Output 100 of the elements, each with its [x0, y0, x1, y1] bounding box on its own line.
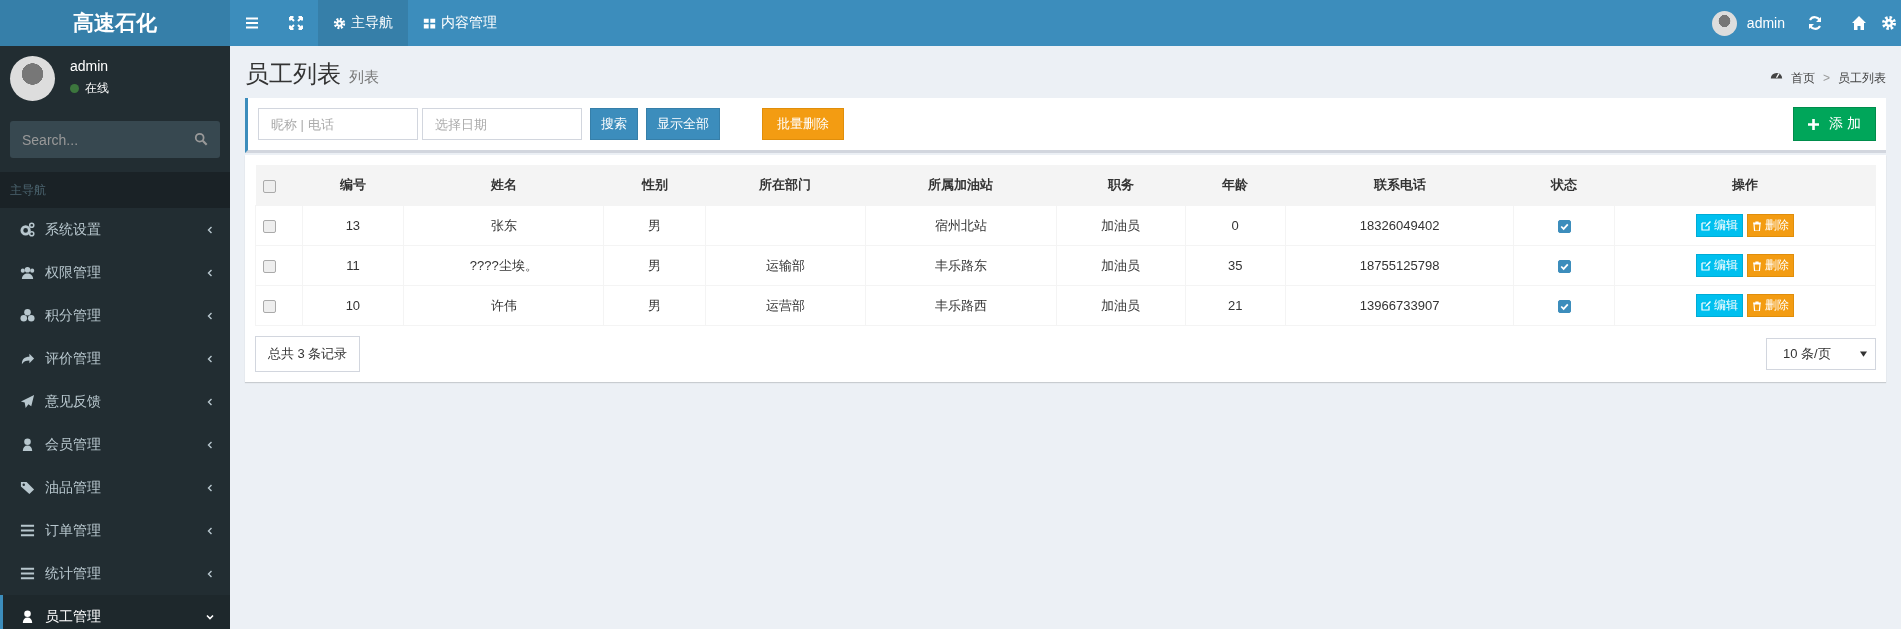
table-cell: 10 [302, 285, 404, 326]
refresh-icon [1807, 15, 1823, 31]
table-cell: 男 [603, 245, 706, 286]
expand-arrows-icon [288, 15, 304, 31]
column-header: 姓名 [403, 165, 604, 206]
search-icon [194, 132, 208, 146]
chevron-left-icon [205, 482, 215, 493]
user-icon [20, 437, 35, 452]
user-name: admin [70, 58, 109, 74]
edit-icon [1700, 220, 1711, 231]
filter-button[interactable]: 显示全部 [646, 108, 720, 140]
table-cell: 张东 [403, 205, 604, 246]
sidebar-item[interactable]: 订单管理 [0, 509, 230, 552]
column-header: 年龄 [1185, 165, 1286, 206]
column-header: 联系电话 [1285, 165, 1514, 206]
list-icon [20, 566, 35, 581]
table-cell: ????尘埃。 [403, 245, 604, 286]
gear-icon [333, 16, 346, 30]
table-cell: 许伟 [403, 285, 604, 326]
table-cell: 运输部 [705, 245, 866, 286]
user-status: 在线 [85, 80, 109, 97]
table-cell: 男 [603, 285, 706, 326]
column-header: 状态 [1513, 165, 1615, 206]
avatar [1711, 10, 1737, 36]
app-logo: 高速石化 [0, 0, 230, 46]
table-cell: 丰乐路东 [865, 245, 1057, 286]
filter-button[interactable]: 搜索 [590, 108, 638, 140]
status-checkbox[interactable] [1557, 260, 1571, 274]
chevron-left-icon [205, 439, 215, 450]
table-cell: 加油员 [1056, 205, 1186, 246]
breadcrumb-link[interactable]: 首页 [1791, 70, 1815, 87]
sidebar-item[interactable]: 积分管理 [0, 294, 230, 337]
table-cell: 0 [1185, 205, 1286, 246]
checkbox[interactable] [263, 260, 276, 274]
breadcrumb-separator: > [1823, 71, 1830, 85]
sidebar-item[interactable]: 员工管理 [0, 595, 230, 629]
online-status-dot [70, 84, 79, 93]
nav-tab[interactable]: 主导航 [318, 0, 408, 46]
table-cell: 加油员 [1056, 285, 1186, 326]
sidebar-item[interactable]: 系统设置 [0, 208, 230, 251]
checkbox[interactable] [263, 300, 276, 314]
page-subtitle: 列表 [349, 68, 379, 87]
search-field[interactable]: Search... [10, 121, 220, 158]
paper-plane-icon [20, 394, 35, 409]
column-header: 职务 [1056, 165, 1186, 206]
column-header: 编号 [302, 165, 404, 206]
column-header: 所在部门 [705, 165, 866, 206]
column-header: 操作 [1614, 165, 1876, 206]
sidebar-item[interactable]: 统计管理 [0, 552, 230, 595]
date-field[interactable]: 选择日期 [422, 108, 582, 140]
grid-icon [423, 16, 436, 30]
edit-icon [1700, 300, 1711, 311]
users-icon [20, 265, 35, 280]
chevron-left-icon [205, 353, 215, 364]
table-cell: 18755125798 [1285, 245, 1514, 286]
table-cell: 18326049402 [1285, 205, 1514, 246]
add-button[interactable]: 添 加 [1793, 107, 1876, 141]
sidebar-item[interactable]: 权限管理 [0, 251, 230, 294]
gears-icon [20, 222, 35, 237]
chevron-left-icon [205, 568, 215, 579]
sidebar-item[interactable]: 意见反馈 [0, 380, 230, 423]
cubes-icon [20, 308, 35, 323]
record-count: 总共 3 条记录 [255, 336, 361, 372]
breadcrumb-current: 员工列表 [1838, 70, 1886, 87]
chevron-left-icon [205, 224, 215, 235]
menu-icon [244, 15, 260, 31]
column-header: 所属加油站 [865, 165, 1057, 206]
section-header: 主导航 [0, 172, 230, 208]
gear-icon [1881, 15, 1897, 31]
sidebar-item[interactable]: 会员管理 [0, 423, 230, 466]
table-cell: 13 [302, 205, 404, 246]
sidebar-item[interactable]: 油品管理 [0, 466, 230, 509]
page-size-select[interactable]: 10 条/页 [1766, 338, 1876, 370]
table-cell: 11 [302, 245, 404, 286]
chevron-left-icon [205, 525, 215, 536]
page-title: 员工列表 [245, 59, 341, 89]
share-arrow-icon [20, 351, 35, 366]
status-checkbox[interactable] [1557, 300, 1571, 314]
sidebar-item[interactable]: 评价管理 [0, 337, 230, 380]
table-cell: 男 [603, 205, 706, 246]
table-cell: 21 [1185, 285, 1286, 326]
status-checkbox[interactable] [1557, 220, 1571, 234]
home-icon [1851, 15, 1867, 31]
table-cell: 加油员 [1056, 245, 1186, 286]
list-icon [20, 523, 35, 538]
chevron-left-icon [205, 267, 215, 278]
keyword-field[interactable]: 昵称 | 电话 [258, 108, 418, 140]
user-icon [20, 609, 35, 624]
table-cell: 运营部 [705, 285, 866, 326]
table-cell: 丰乐路西 [865, 285, 1057, 326]
nav-tab[interactable]: 内容管理 [408, 0, 512, 46]
tags-icon [20, 480, 35, 495]
chevron-left-icon [205, 310, 215, 321]
plus-icon [1808, 118, 1820, 130]
caret-icon [1860, 351, 1867, 357]
trash-icon [1751, 220, 1762, 231]
checkbox[interactable] [262, 179, 276, 193]
chevron-left-icon [205, 396, 215, 407]
user-name[interactable]: admin [1746, 15, 1785, 31]
checkbox[interactable] [263, 220, 276, 234]
